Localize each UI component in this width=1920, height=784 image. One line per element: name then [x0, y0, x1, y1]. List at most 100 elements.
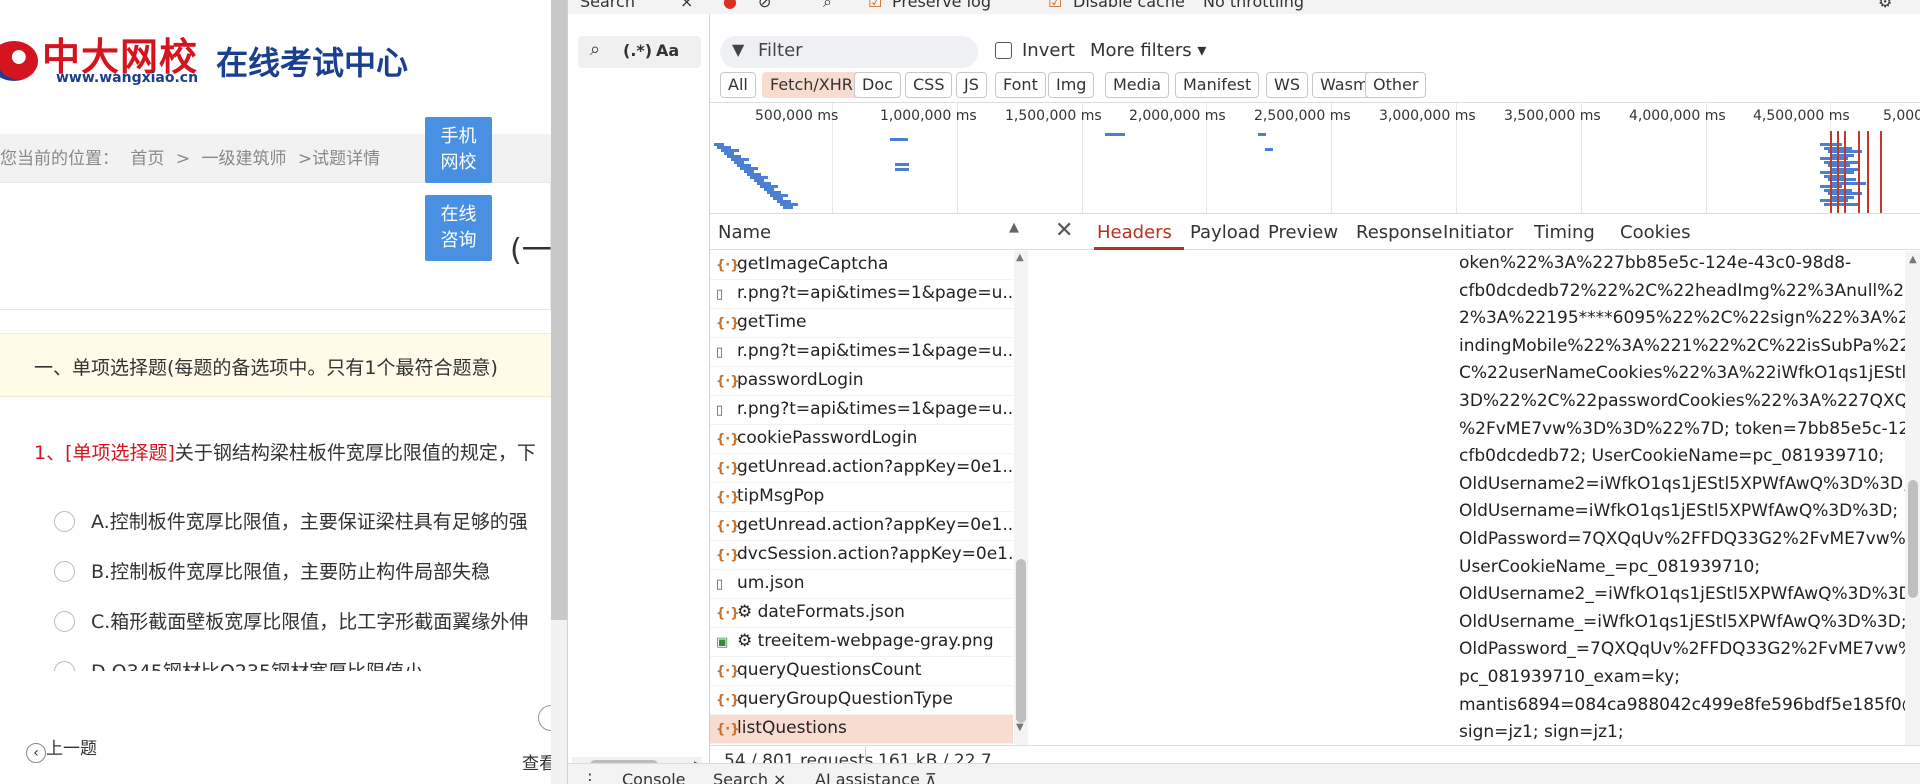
waterfall-marker [1858, 131, 1860, 213]
question-body: 关于钢结构梁柱板件宽厚比限值的规定，下 [174, 442, 536, 464]
prev-question-button[interactable]: ‹ 上一题 [26, 734, 97, 763]
gear-icon[interactable]: ⚙ [1878, 0, 1892, 11]
type-filter-ws[interactable]: WS [1266, 72, 1308, 98]
request-row[interactable]: ▣ ⚙ treeitem-webpage-gray.png [710, 628, 1013, 657]
page-scrollbar-thumb[interactable] [551, 0, 567, 620]
tab-initiator[interactable]: Initiator [1443, 222, 1513, 243]
preserve-log-checkbox[interactable]: ☑ [868, 0, 882, 11]
request-row[interactable]: {·}getUnread.action?appKey=0e1... [710, 512, 1013, 541]
type-filter-all[interactable]: All [720, 72, 756, 98]
tab-timing[interactable]: Timing [1534, 222, 1595, 243]
type-filter-fetchxhr[interactable]: Fetch/XHR [762, 72, 861, 98]
type-filter-font[interactable]: Font [995, 72, 1046, 98]
request-row[interactable]: {·}queryGroupQuestionType [710, 686, 1013, 715]
type-filter-media[interactable]: Media [1105, 72, 1170, 98]
clear-icon[interactable]: ⊘ [758, 0, 771, 11]
tab-cookies[interactable]: Cookies [1620, 222, 1690, 243]
search-icon[interactable]: ⌕ [823, 0, 832, 12]
request-row[interactable]: {·}listQuestions [710, 715, 1013, 744]
request-name: ⚙ treeitem-webpage-gray.png [737, 631, 994, 651]
option-c[interactable]: C.箱形截面壁板宽厚比限值，比工字形截面翼缘外伸 [54, 607, 528, 634]
timeline-label: 4,500,000 ms [1753, 108, 1850, 124]
drawer-menu-icon[interactable]: ⋮ [582, 770, 598, 784]
sort-up-icon[interactable]: ▲ [1009, 220, 1019, 235]
request-row[interactable]: ▯ um.json [710, 570, 1013, 599]
tab-response[interactable]: Response [1356, 222, 1442, 243]
radio-option-b[interactable] [54, 561, 75, 582]
filter-icon: ▼ [732, 40, 745, 59]
search-tab[interactable]: Search [580, 0, 635, 11]
disable-cache-checkbox[interactable]: ☑ [1048, 0, 1062, 11]
tab-headers[interactable]: Headers [1097, 222, 1172, 243]
invert-checkbox[interactable] [995, 42, 1012, 59]
request-list-scroll-thumb[interactable] [1016, 559, 1026, 723]
drawer-tab-console[interactable]: Console [622, 770, 686, 784]
more-filters-dropdown[interactable]: More filters ▾ [1090, 40, 1206, 61]
request-name: queryQuestionsCount [737, 660, 922, 680]
radio-option-c[interactable] [54, 611, 75, 632]
cookie-header-line: mantis6894=084ca988042c499e8fe596bdf5e18… [1459, 694, 1905, 715]
option-b[interactable]: B.控制板件宽厚比限值，主要防止构件局部失稳 [54, 557, 490, 584]
option-a[interactable]: A.控制板件宽厚比限值，主要保证梁柱具有足够的强 [54, 507, 528, 534]
request-row[interactable]: {·}tipMsgPop [710, 483, 1013, 512]
breadcrumb-current: >试题详情 [297, 149, 381, 169]
xhr-icon: {·} [716, 490, 740, 505]
tab-preview[interactable]: Preview [1268, 222, 1338, 243]
waterfall-bar [895, 163, 909, 166]
xhr-icon: {·} [716, 606, 740, 621]
search-icon: ⌕ [590, 39, 601, 60]
scroll-up-icon[interactable]: ▲ [1909, 254, 1917, 265]
drawer-tab-ai-assistance[interactable]: AI assistance ⊼ [815, 770, 937, 784]
request-name: getTime [737, 312, 807, 332]
scroll-down-icon[interactable]: ▼ [1016, 722, 1024, 733]
logo-url: www.wangxiao.cn [56, 70, 199, 86]
mobile-school-button[interactable]: 手机 网校 [425, 117, 492, 183]
question-number: 1、 [34, 442, 66, 464]
section-title: 一、单项选择题(每题的备选项中。只有1个最符合题意) [34, 357, 498, 379]
request-row[interactable]: {·}passwordLogin [710, 367, 1013, 396]
scroll-up-icon[interactable]: ▲ [1016, 252, 1024, 263]
request-row[interactable]: {·}getImageCaptcha [710, 251, 1013, 280]
throttling-select[interactable]: No throttling [1203, 0, 1304, 11]
view-answer-button[interactable]: 查看 [522, 749, 551, 774]
cookie-header-line: OldPassword=7QXQqUv%2FFDQ33G2%2FvME7vw%3… [1459, 529, 1905, 549]
close-icon[interactable]: × [680, 0, 693, 11]
waterfall-bar [890, 138, 908, 141]
type-filter-manifest[interactable]: Manifest [1175, 72, 1260, 98]
close-detail-icon[interactable]: ✕ [1055, 218, 1073, 243]
request-row[interactable]: ▯ r.png?t=api&times=1&page=u... [710, 280, 1013, 309]
waterfall-marker [1844, 131, 1846, 213]
timeline-label: 4,000,000 ms [1629, 108, 1726, 124]
request-row[interactable]: {·}dvcSession.action?appKey=0e1... [710, 541, 1013, 570]
radio-option-a[interactable] [54, 511, 75, 532]
disable-cache-label: Disable cache [1073, 0, 1185, 11]
drawer-tab-search[interactable]: Search × [713, 770, 786, 784]
regex-toggle[interactable]: (.*) [623, 41, 652, 60]
type-filter-img[interactable]: Img [1048, 72, 1095, 98]
breadcrumb-home-link[interactable]: 首页 [130, 149, 164, 169]
type-filter-css[interactable]: CSS [905, 72, 953, 98]
cookie-header-line: OldUsername2_=iWfkO1qs1jEStl5XPWfAwQ%3D%… [1459, 584, 1905, 605]
network-overview-timeline[interactable]: 500,000 ms 1,000,000 ms 1,500,000 ms 2,000,… [710, 102, 1920, 214]
type-filter-doc[interactable]: Doc [854, 72, 901, 98]
type-filter-other[interactable]: Other [1365, 72, 1427, 98]
record-icon[interactable]: ● [723, 0, 737, 11]
request-name: getUnread.action?appKey=0e1... [737, 457, 1013, 477]
match-case-toggle[interactable]: Aa [656, 41, 679, 60]
request-row[interactable]: {·}getTime [710, 309, 1013, 338]
request-row[interactable]: {·}getUnread.action?appKey=0e1... [710, 454, 1013, 483]
cookie-header-line: sign=jz1; sign=jz1; [1459, 722, 1624, 743]
type-filter-js[interactable]: JS [956, 72, 987, 98]
page-scrollbar-track[interactable] [551, 620, 567, 784]
cookie-header-line: UserCookieName_=pc_081939710; [1459, 556, 1761, 577]
online-consult-button[interactable]: 在线 咨询 [425, 195, 492, 261]
request-row[interactable]: {·}cookiePasswordLogin [710, 425, 1013, 454]
request-row[interactable]: ▯ r.png?t=api&times=1&page=u... [710, 338, 1013, 367]
waterfall-marker [1867, 131, 1869, 213]
request-row[interactable]: {·}⚙ dateFormats.json [710, 599, 1013, 628]
detail-scroll-thumb[interactable] [1908, 480, 1918, 598]
request-row[interactable]: {·}queryQuestionsCount [710, 657, 1013, 686]
tab-payload[interactable]: Payload [1190, 222, 1260, 243]
breadcrumb-category-link[interactable]: 一级建筑师 [201, 149, 286, 169]
request-row[interactable]: ▯ r.png?t=api&times=1&page=u... [710, 396, 1013, 425]
